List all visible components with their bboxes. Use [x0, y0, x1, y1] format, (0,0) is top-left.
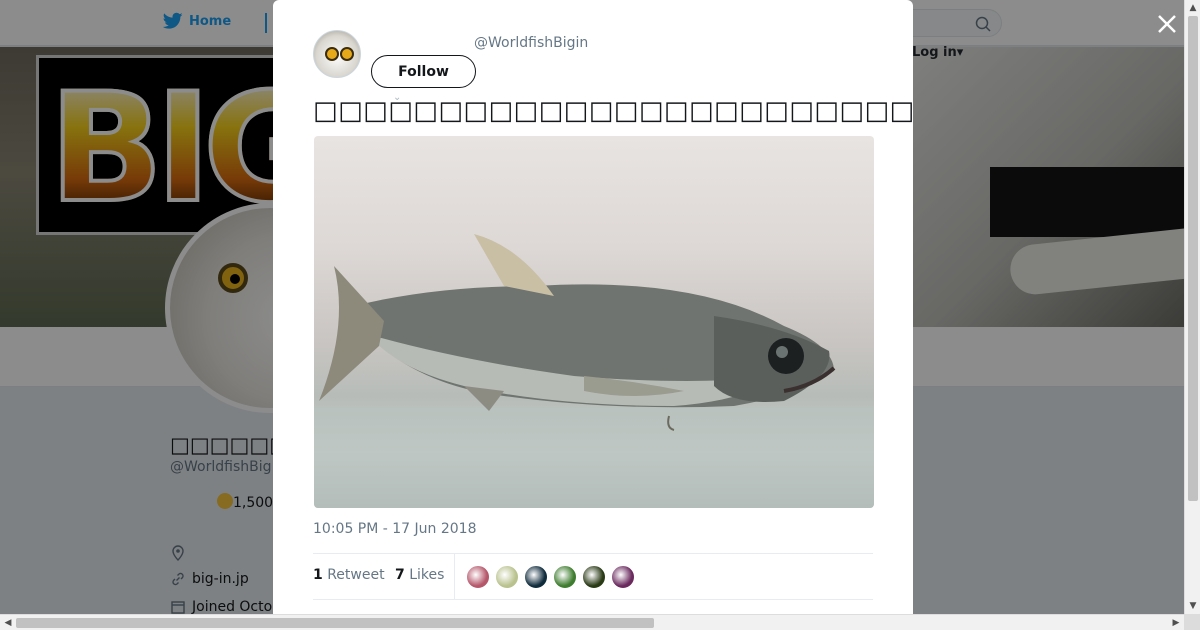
- tweet-stats: 1 Retweet 7 Likes: [313, 553, 873, 600]
- like-label: Likes: [409, 567, 445, 583]
- liker-avatar-4[interactable]: [553, 565, 577, 589]
- login-label: Log in: [912, 45, 957, 60]
- liker-avatar-1[interactable]: [466, 565, 490, 589]
- liker-avatar-6[interactable]: [611, 565, 635, 589]
- scroll-up-arrow-icon[interactable]: ▲: [1185, 0, 1200, 16]
- liker-avatar-2[interactable]: [495, 565, 519, 589]
- liker-avatar-5[interactable]: [582, 565, 606, 589]
- close-icon[interactable]: [1155, 12, 1179, 36]
- login-link[interactable]: Log in▾: [912, 45, 963, 60]
- tweet-timestamp[interactable]: 10:05 PM - 17 Jun 2018: [313, 521, 477, 537]
- stats-divider: [454, 554, 455, 600]
- vertical-scrollbar[interactable]: ▲ ▼: [1184, 0, 1200, 614]
- scroll-right-arrow-icon[interactable]: ▶: [1168, 615, 1184, 630]
- tweet-text: □□□□□□□□□□□□□□□□□□□□□□□□□□□□□□□□□□□□□□□□…: [313, 96, 913, 126]
- liker-avatar-3[interactable]: [524, 565, 548, 589]
- likes-stat[interactable]: 7 Likes: [395, 567, 444, 583]
- scrollbar-corner: [1184, 614, 1200, 630]
- horizontal-scroll-thumb[interactable]: [16, 618, 654, 628]
- tweet-author-handle[interactable]: @WorldfishBigin: [474, 35, 588, 51]
- retweet-stat[interactable]: 1 Retweet: [313, 567, 385, 583]
- retweet-label: Retweet: [327, 567, 385, 583]
- retweet-count: 1: [313, 567, 323, 583]
- chevron-down-icon: ▾: [956, 45, 964, 60]
- follow-button[interactable]: Follow: [371, 55, 476, 88]
- tweet-photo[interactable]: [314, 136, 874, 508]
- fish-photo: [314, 234, 874, 508]
- scroll-left-arrow-icon[interactable]: ◀: [0, 615, 16, 630]
- like-count: 7: [395, 567, 405, 583]
- scroll-down-arrow-icon[interactable]: ▼: [1185, 598, 1200, 614]
- tweet-modal: @WorldfishBigin Follow ⌄ □□□□□□□□□□□□□□□…: [273, 0, 913, 614]
- tweet-author-avatar[interactable]: [313, 30, 361, 78]
- horizontal-scrollbar[interactable]: ◀ ▶: [0, 614, 1184, 630]
- vertical-scroll-thumb[interactable]: [1188, 16, 1198, 501]
